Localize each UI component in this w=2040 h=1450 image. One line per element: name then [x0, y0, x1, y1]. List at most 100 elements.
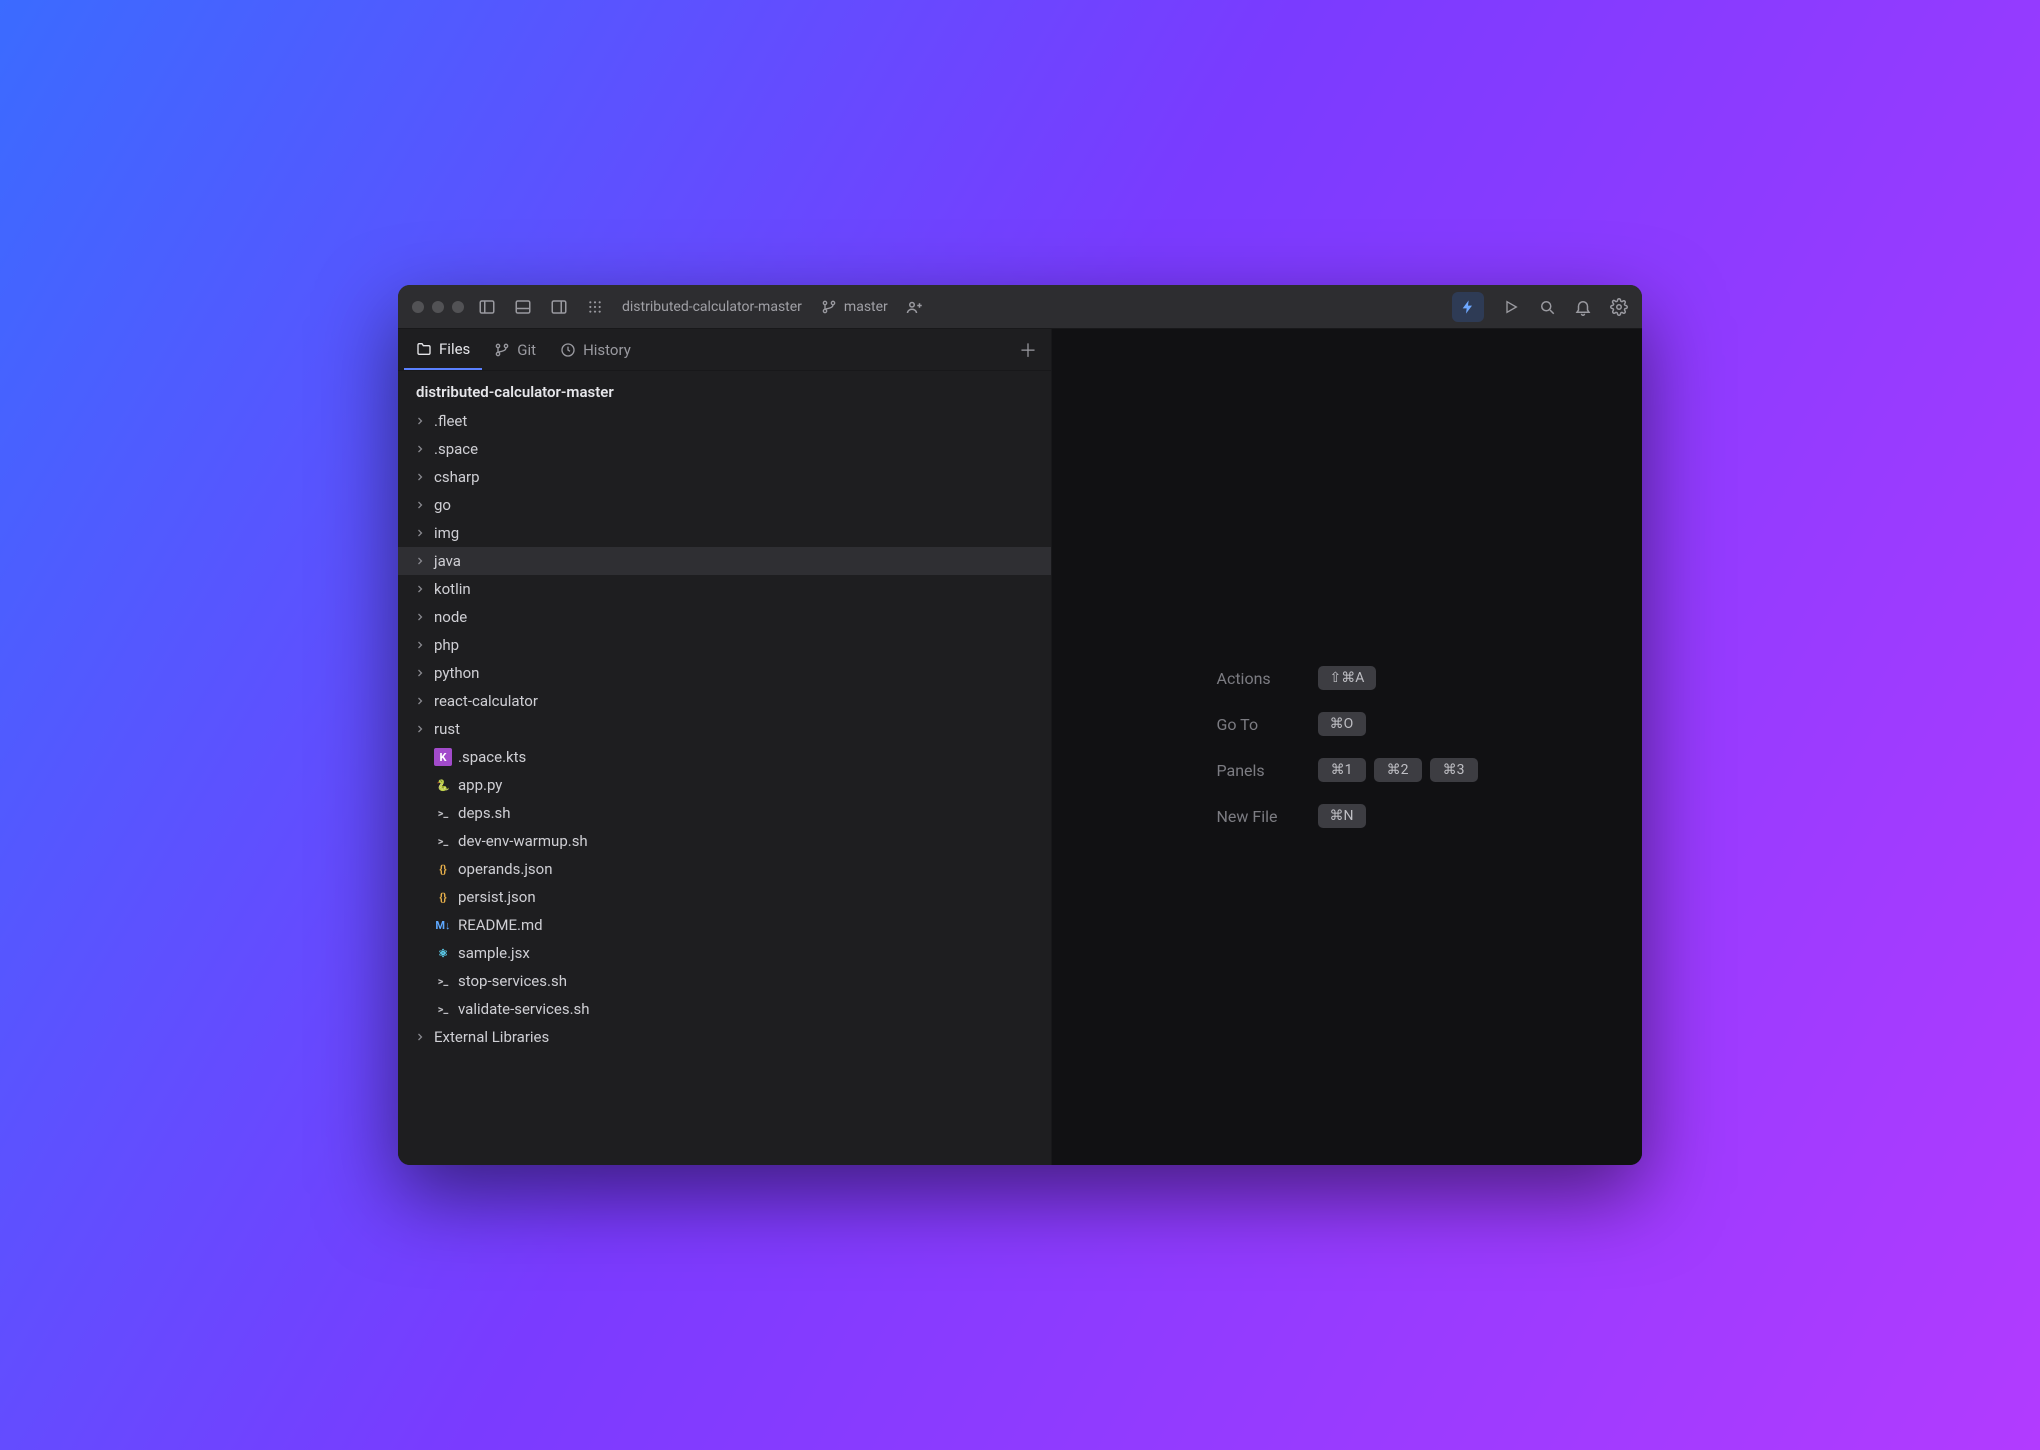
tree-item-label: go [434, 496, 451, 514]
chevron-right-icon[interactable] [412, 527, 428, 539]
chevron-right-icon[interactable] [412, 611, 428, 623]
jsx-file-icon: ⚛ [434, 944, 452, 962]
chevron-right-icon[interactable] [412, 667, 428, 679]
sidebar-tabs: Files Git History ＋ [398, 329, 1051, 371]
tree-folder[interactable]: img [398, 519, 1051, 547]
sh-file-icon: >_ [434, 1000, 452, 1018]
tree-folder[interactable]: .space [398, 435, 1051, 463]
settings-icon[interactable] [1610, 298, 1628, 316]
tree-folder[interactable]: react-calculator [398, 687, 1051, 715]
shortcut-label: New File [1217, 807, 1278, 826]
chevron-right-icon[interactable] [412, 639, 428, 651]
titlebar: distributed-calculator-master master [398, 285, 1642, 329]
tree-item-label: deps.sh [458, 804, 511, 822]
sh-file-icon: >_ [434, 832, 452, 850]
tree-file[interactable]: 🐍app.py [398, 771, 1051, 799]
tree-item-label: sample.jsx [458, 944, 530, 962]
shortcut-key: ⌘1 [1318, 758, 1366, 782]
tree-file[interactable]: >_stop-services.sh [398, 967, 1051, 995]
tree-folder[interactable]: java [398, 547, 1051, 575]
tree-item-label: img [434, 524, 459, 542]
tree-folder[interactable]: php [398, 631, 1051, 659]
tree-folder[interactable]: External Libraries [398, 1023, 1051, 1051]
titlebar-right [1452, 292, 1628, 322]
sidebar: Files Git History ＋ distributed-calculator… [398, 329, 1052, 1165]
tree-folder[interactable]: .fleet [398, 407, 1051, 435]
traffic-zoom[interactable] [452, 301, 464, 313]
tree-folder[interactable]: rust [398, 715, 1051, 743]
tree-file[interactable]: >_deps.sh [398, 799, 1051, 827]
collaborate-icon[interactable] [906, 298, 924, 316]
tree-item-label: kotlin [434, 580, 471, 598]
tree-file[interactable]: >_ dev-env-warmup.sh [398, 827, 1051, 855]
tree-item-label: validate-services.sh [458, 1000, 590, 1018]
sidebar-tab-history[interactable]: History [548, 329, 643, 370]
search-icon[interactable] [1538, 298, 1556, 316]
md-file-icon: M↓ [434, 916, 452, 934]
tree-item-label: rust [434, 720, 460, 738]
project-title[interactable]: distributed-calculator-master [622, 299, 802, 315]
notifications-icon[interactable] [1574, 298, 1592, 316]
chevron-right-icon[interactable] [412, 583, 428, 595]
chevron-right-icon[interactable] [412, 555, 428, 567]
tree-item-label: app.py [458, 776, 502, 794]
shortcut-label: Panels [1217, 761, 1278, 780]
tree-item-label: .space.kts [458, 748, 526, 766]
tree-folder[interactable]: node [398, 603, 1051, 631]
kt-file-icon: K [434, 748, 452, 766]
git-icon [494, 342, 510, 358]
chevron-right-icon[interactable] [412, 499, 428, 511]
sidebar-tab-files[interactable]: Files [404, 329, 482, 370]
tree-item-label: dev-env-warmup.sh [458, 832, 588, 850]
editor-area: Actions⇧⌘AGo To⌘OPanels⌘1⌘2⌘3New File⌘N [1052, 329, 1642, 1165]
chevron-right-icon[interactable] [412, 443, 428, 455]
grid-icon[interactable] [586, 298, 604, 316]
tree-folder[interactable]: python [398, 659, 1051, 687]
panel-left-icon[interactable] [478, 298, 496, 316]
app-window: distributed-calculator-master master [398, 285, 1642, 1165]
tree-folder[interactable]: go [398, 491, 1051, 519]
tree-item-label: README.md [458, 916, 543, 934]
tree-item-label: php [434, 636, 459, 654]
sidebar-tab-git[interactable]: Git [482, 329, 548, 370]
tree-item-label: operands.json [458, 860, 553, 878]
chevron-right-icon[interactable] [412, 723, 428, 735]
tree-file[interactable]: {} operands.json [398, 855, 1051, 883]
panel-right-icon[interactable] [550, 298, 568, 316]
tree-file[interactable]: M↓ README.md [398, 911, 1051, 939]
vcs-branch[interactable]: master [820, 298, 888, 316]
traffic-close[interactable] [412, 301, 424, 313]
panel-bottom-icon[interactable] [514, 298, 532, 316]
file-tree: distributed-calculator-master .fleet .spa… [398, 371, 1051, 1165]
tree-file[interactable]: {}persist.json [398, 883, 1051, 911]
shortcut-key: ⌘N [1318, 804, 1366, 828]
shortcut-label: Go To [1217, 715, 1278, 734]
tree-item-label: node [434, 608, 467, 626]
tree-root[interactable]: distributed-calculator-master [398, 379, 1051, 407]
traffic-minimize[interactable] [432, 301, 444, 313]
sh-file-icon: >_ [434, 972, 452, 990]
json-file-icon: {} [434, 860, 452, 878]
chevron-right-icon[interactable] [412, 695, 428, 707]
chevron-right-icon[interactable] [412, 471, 428, 483]
chevron-right-icon[interactable] [412, 415, 428, 427]
tree-file[interactable]: >_ validate-services.sh [398, 995, 1051, 1023]
sidebar-tab-label: Files [439, 340, 470, 358]
tree-file[interactable]: K .space.kts [398, 743, 1051, 771]
add-tab-button[interactable]: ＋ [1011, 333, 1045, 367]
sidebar-tab-label: Git [517, 341, 536, 359]
shortcut-keys: ⌘O [1318, 712, 1478, 736]
shortcut-key: ⌘2 [1374, 758, 1422, 782]
branch-icon [820, 298, 838, 316]
tree-item-label: .space [434, 440, 478, 458]
tree-folder[interactable]: kotlin [398, 575, 1051, 603]
tree-folder[interactable]: csharp [398, 463, 1051, 491]
smart-mode-button[interactable] [1452, 292, 1484, 322]
tree-item-label: java [434, 552, 461, 570]
run-icon[interactable] [1502, 298, 1520, 316]
tree-item-label: python [434, 664, 479, 682]
shortcut-keys: ⌘N [1318, 804, 1478, 828]
welcome-shortcuts: Actions⇧⌘AGo To⌘OPanels⌘1⌘2⌘3New File⌘N [1217, 666, 1478, 828]
tree-file[interactable]: ⚛ sample.jsx [398, 939, 1051, 967]
chevron-right-icon[interactable] [412, 1031, 428, 1043]
